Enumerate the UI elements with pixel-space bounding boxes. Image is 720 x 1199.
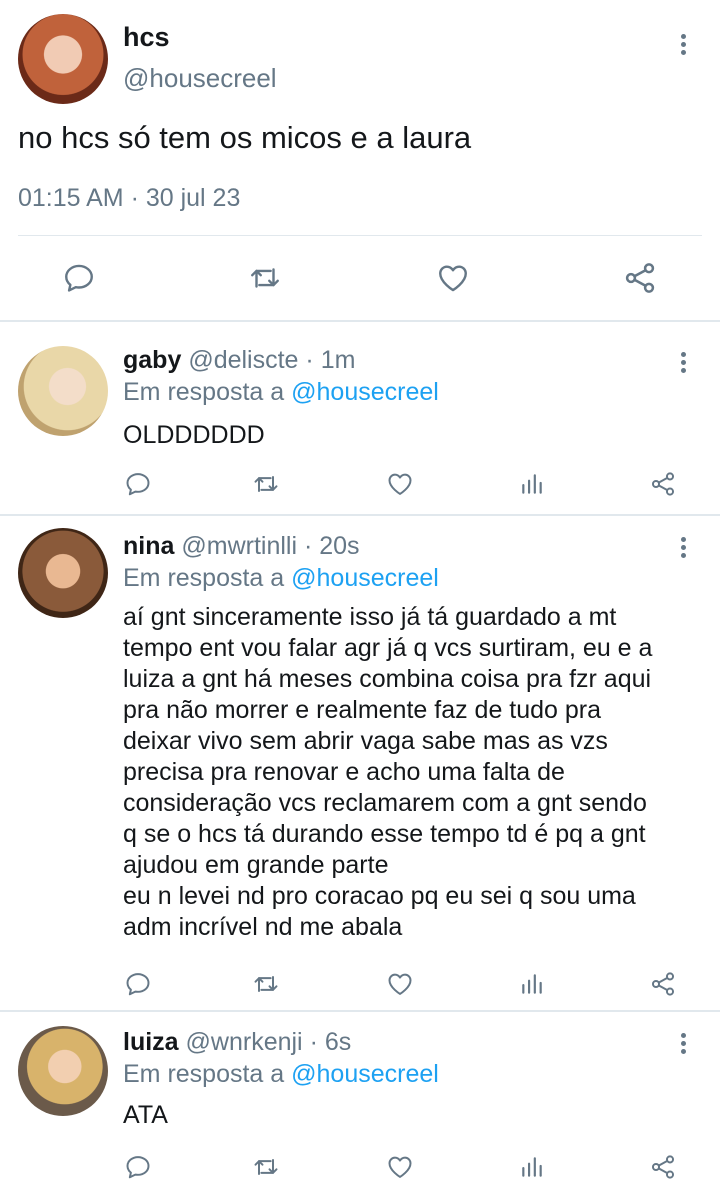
retweet-button[interactable] <box>245 258 285 298</box>
more-icon[interactable] <box>671 31 695 61</box>
avatar[interactable] <box>18 528 108 618</box>
reply-text: aí gnt sinceramente isso já tá guardado … <box>123 602 703 943</box>
reply-text-line: adm incrível nd me abala <box>123 913 403 941</box>
avatar[interactable] <box>18 14 108 104</box>
share-icon <box>651 472 675 496</box>
tweet-timestamp: 01:15 AM · 30 jul 23 <box>18 184 241 212</box>
reply-text-line: luiza a gnt há meses combina coisa pra f… <box>123 665 652 693</box>
analytics-icon <box>522 1157 542 1177</box>
reply-text-line: consideração vcs reclamarem com a gnt se… <box>123 789 647 817</box>
reply-text-line: eu n levei nd pro coracao pq eu sei q so… <box>123 882 636 910</box>
reply-mention-link[interactable]: @housecreel <box>291 1060 439 1088</box>
reply-mention-link[interactable]: @housecreel <box>291 378 439 406</box>
reply-prefix: Em resposta a <box>123 378 285 406</box>
like-button[interactable] <box>385 1152 415 1182</box>
reply-time: · 1m <box>305 346 356 374</box>
reply-tweet[interactable]: luiza @wnrkenji · 6s Em resposta a @hous… <box>0 1012 720 1199</box>
author-name[interactable]: nina <box>123 532 174 560</box>
retweet-button[interactable] <box>251 969 281 999</box>
like-icon <box>439 265 467 292</box>
reply-text-line: pra não morrer e realmente faz de tudo p… <box>123 696 602 724</box>
avatar[interactable] <box>18 1026 108 1116</box>
reply-button[interactable] <box>123 969 153 999</box>
retweet-icon <box>254 1159 278 1175</box>
reply-time: · 20s <box>303 532 360 560</box>
reply-header: gaby @deliscte · 1m <box>123 346 355 375</box>
reply-text-line: deixar vivo sem abrir vaga sabe mas as v… <box>123 727 608 755</box>
reply-prefix: Em resposta a <box>123 564 285 592</box>
like-icon <box>388 1156 412 1178</box>
reply-button[interactable] <box>123 1152 153 1182</box>
reply-text: ATA <box>123 1100 703 1131</box>
analytics-button[interactable] <box>517 1152 547 1182</box>
reply-icon <box>126 1156 150 1179</box>
share-button[interactable] <box>620 258 660 298</box>
reply-text-line: OLDDDDDD <box>123 421 265 449</box>
like-button[interactable] <box>385 469 415 499</box>
more-icon[interactable] <box>671 349 695 379</box>
reply-text-line: ajudou em grande parte <box>123 851 389 879</box>
share-icon <box>625 263 655 293</box>
avatar[interactable] <box>18 346 108 436</box>
main-tweet: hcs @housecreel no hcs só tem os micos e… <box>0 0 720 320</box>
author-handle[interactable]: @housecreel <box>123 63 277 94</box>
more-icon[interactable] <box>671 1030 695 1060</box>
reply-tweet[interactable]: gaby @deliscte · 1m Em resposta a @house… <box>0 322 720 514</box>
reply-text-line: q se o hcs tá durando esse tempo td é pq… <box>123 820 646 848</box>
like-button[interactable] <box>385 969 415 999</box>
reply-text: OLDDDDDD <box>123 420 703 451</box>
reply-header: nina @mwrtinlli · 20s <box>123 532 360 561</box>
retweet-icon <box>254 976 278 992</box>
reply-text-line: ATA <box>123 1101 168 1129</box>
author-name[interactable]: hcs <box>123 22 170 53</box>
author-handle[interactable]: @mwrtinlli <box>181 532 297 560</box>
analytics-button[interactable] <box>517 469 547 499</box>
share-icon <box>651 1155 675 1179</box>
reply-tweet[interactable]: nina @mwrtinlli · 20s Em resposta a @hou… <box>0 516 720 1010</box>
analytics-button[interactable] <box>517 969 547 999</box>
reply-context: Em resposta a @housecreel <box>123 378 439 407</box>
like-icon <box>388 473 412 495</box>
reply-context: Em resposta a @housecreel <box>123 564 439 593</box>
reply-text-line: precisa pra renovar e acho uma falta de <box>123 758 565 786</box>
reply-icon <box>126 473 150 496</box>
author-name[interactable]: luiza <box>123 1028 179 1056</box>
tweet-text: no hcs só tem os micos e a laura <box>18 120 472 155</box>
reply-icon <box>65 264 93 292</box>
share-button[interactable] <box>648 1152 678 1182</box>
reply-prefix: Em resposta a <box>123 1060 285 1088</box>
share-button[interactable] <box>648 469 678 499</box>
author-handle[interactable]: @deliscte <box>188 346 298 374</box>
retweet-button[interactable] <box>251 469 281 499</box>
divider <box>18 235 702 236</box>
like-icon <box>388 973 412 995</box>
retweet-icon <box>254 476 278 492</box>
author-name[interactable]: gaby <box>123 346 181 374</box>
reply-header: luiza @wnrkenji · 6s <box>123 1028 351 1057</box>
reply-text-line: aí gnt sinceramente isso já tá guardado … <box>123 603 617 631</box>
reply-icon <box>126 973 150 996</box>
reply-context: Em resposta a @housecreel <box>123 1060 439 1089</box>
reply-time: · 6s <box>309 1028 352 1056</box>
author-handle[interactable]: @wnrkenji <box>186 1028 303 1056</box>
retweet-button[interactable] <box>251 1152 281 1182</box>
analytics-icon <box>522 474 542 494</box>
share-button[interactable] <box>648 969 678 999</box>
share-icon <box>651 972 675 996</box>
reply-mention-link[interactable]: @housecreel <box>291 564 439 592</box>
reply-button[interactable] <box>59 258 99 298</box>
reply-text-line: tempo ent vou falar agr já q vcs surtira… <box>123 634 653 662</box>
retweet-icon <box>251 268 279 288</box>
analytics-icon <box>522 974 542 994</box>
more-icon[interactable] <box>671 534 695 564</box>
reply-button[interactable] <box>123 469 153 499</box>
like-button[interactable] <box>433 258 473 298</box>
